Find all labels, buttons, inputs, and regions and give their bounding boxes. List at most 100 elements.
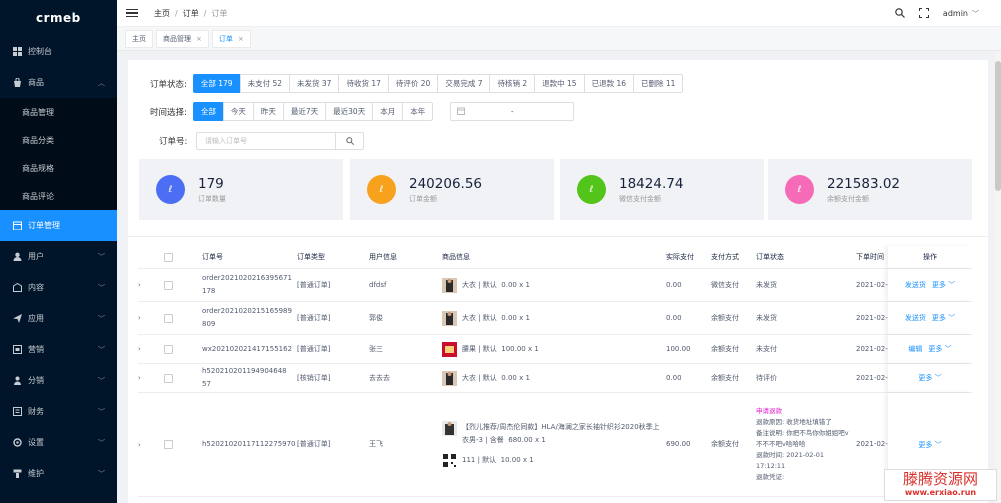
sidebar-subitem-goods-category[interactable]: 商品分类	[0, 126, 117, 154]
goods-name: 大衣 | 默认	[462, 373, 497, 382]
order-no-input[interactable]: 请输入订单号	[196, 132, 336, 150]
chevron-down-icon: ﹀	[972, 9, 979, 18]
status-option-unpaid[interactable]: 未支付 52	[239, 74, 291, 93]
search-icon[interactable]	[895, 7, 905, 20]
tab-goods-manage[interactable]: 商品管理 ×	[156, 29, 209, 48]
sidebar-subitem-goods-review[interactable]: 商品评论	[0, 182, 117, 210]
sidebar-item-apps[interactable]: 应用 ﹀	[0, 303, 117, 334]
search-button[interactable]	[336, 132, 364, 150]
user-info: 郭俊	[369, 313, 383, 322]
sidebar-item-users[interactable]: 用户 ﹀	[0, 241, 117, 272]
page-scrollbar[interactable]	[995, 51, 1001, 503]
date-range-picker[interactable]: -	[450, 102, 574, 121]
paid-amount: 0.00	[666, 313, 682, 322]
goods-info: 大衣 | 默认 0.00 x 1	[438, 370, 662, 386]
close-icon[interactable]: ×	[238, 35, 244, 43]
goods-name: 腰果 | 默认	[462, 344, 497, 353]
sidebar-item-goods[interactable]: 商品 ︿	[0, 67, 117, 98]
order-icon	[12, 221, 22, 231]
more-button[interactable]: 更多 ﹀	[918, 373, 941, 383]
more-button[interactable]: 更多 ﹀	[932, 313, 955, 323]
order-time: 2021-02-0	[856, 313, 892, 322]
sidebar-subitem-goods-manage[interactable]: 商品管理	[0, 98, 117, 126]
time-option-today[interactable]: 今天	[222, 102, 254, 121]
stat-card-wechat-pay: ℓ 18424.74 微信支付金额	[560, 159, 764, 220]
menu-toggle-icon[interactable]	[126, 8, 138, 18]
product-image-coat	[442, 310, 457, 326]
goods-info: 【烈儿推荐/周杰伦同款】HLA/海澜之家长袖针织衫2020秋季上衣男-3 | 含…	[438, 421, 662, 468]
goods-name: 大衣 | 默认	[462, 280, 497, 289]
status-option-refunding[interactable]: 退款中 15	[534, 74, 585, 93]
order-no: order2021020215165989809	[202, 307, 292, 328]
col-order-type: 订单类型	[297, 252, 325, 261]
chevron-down-icon: ﹀	[934, 440, 942, 449]
more-button[interactable]: 更多 ﹀	[928, 344, 951, 354]
sidebar-item-marketing[interactable]: 营销 ﹀	[0, 334, 117, 365]
time-option-7days[interactable]: 最近7天	[282, 102, 327, 121]
user-info: 去去去	[369, 373, 390, 382]
sidebar-item-content[interactable]: 内容 ﹀	[0, 272, 117, 303]
expand-chevron-icon[interactable]: ›	[138, 345, 164, 353]
fullscreen-icon[interactable]	[918, 7, 929, 20]
status-option-refunded[interactable]: 已退款 16	[583, 74, 635, 93]
status-option-unshipped[interactable]: 未发货 37	[289, 74, 340, 93]
select-all-checkbox[interactable]	[164, 252, 173, 262]
time-option-all[interactable]: 全部	[192, 102, 224, 121]
sidebar-item-label: 订单管理	[28, 221, 60, 230]
marketing-icon	[12, 345, 22, 355]
table-row: › wx202102021417155162 [普通订单] 张三 腰果 | 默认…	[138, 335, 972, 364]
sidebar-item-settings[interactable]: 设置 ﹀	[0, 427, 117, 458]
status-option-to-verify[interactable]: 待核销 2	[489, 74, 536, 93]
breadcrumb-orders[interactable]: 订单	[183, 8, 199, 19]
time-option-30days[interactable]: 最近30天	[325, 102, 374, 121]
chevron-down-icon: ﹀	[948, 281, 956, 289]
goods-price: 0.00 x 1	[501, 373, 530, 382]
status-option-to-receive[interactable]: 待收货 17	[338, 74, 389, 93]
tab-orders[interactable]: 订单 ×	[211, 29, 251, 48]
time-filter-label: 时间选择:	[150, 107, 187, 118]
close-icon[interactable]: ×	[196, 35, 202, 43]
row-checkbox[interactable]	[164, 313, 173, 323]
more-button[interactable]: 更多 ﹀	[918, 440, 941, 450]
sidebar-item-maintain[interactable]: 维护 ﹀	[0, 458, 117, 489]
refund-reason: 退款原因: 收货地址填错了	[756, 418, 832, 426]
sidebar-subitem-goods-spec[interactable]: 商品规格	[0, 154, 117, 182]
sidebar-item-orders[interactable]: 订单管理	[0, 210, 117, 241]
status-option-all[interactable]: 全部 179	[192, 74, 241, 93]
sidebar-item-label: 用户	[28, 252, 44, 261]
time-option-yesterday[interactable]: 昨天	[252, 102, 284, 121]
user-menu[interactable]: admin ﹀	[943, 9, 979, 19]
breadcrumb-separator: /	[175, 8, 178, 18]
sidebar-item-dashboard[interactable]: 控制台	[0, 36, 117, 67]
ship-button[interactable]: 发送货	[905, 313, 926, 323]
time-option-month[interactable]: 本月	[372, 102, 404, 121]
col-ops: 操作	[888, 246, 972, 268]
row-checkbox[interactable]	[164, 373, 173, 383]
expand-chevron-icon[interactable]: ›	[138, 281, 164, 289]
tab-home[interactable]: 主页	[125, 29, 153, 48]
status-option-deleted[interactable]: 已删除 11	[633, 74, 684, 93]
expand-chevron-icon[interactable]: ›	[138, 314, 164, 322]
order-time: 2021-02-0	[856, 344, 892, 353]
wechat-pay-icon: ℓ	[577, 175, 606, 204]
ship-button[interactable]: 发送货	[905, 280, 926, 290]
time-filter: 时间选择: 全部 今天 昨天 最近7天 最近30天 本月 本年	[150, 102, 434, 121]
watermark-cn: 滕腾资源网	[902, 470, 978, 488]
sidebar-item-distribution[interactable]: 分销 ﹀	[0, 365, 117, 396]
expand-chevron-icon[interactable]: ›	[138, 441, 164, 449]
table-header: 订单号 订单类型 用户信息 商品信息 实际支付 支付方式 订单状态 下单时间 操…	[138, 246, 972, 269]
more-label: 更多	[931, 281, 946, 289]
status-option-completed[interactable]: 交易完成 7	[437, 74, 491, 93]
scrollbar-thumb[interactable]	[995, 61, 1001, 191]
row-checkbox[interactable]	[164, 440, 173, 449]
expand-chevron-icon[interactable]: ›	[138, 374, 164, 382]
time-option-year[interactable]: 本年	[402, 102, 434, 121]
row-checkbox[interactable]	[164, 344, 173, 354]
sidebar-item-label: 商品	[28, 78, 44, 87]
sidebar-item-finance[interactable]: 财务 ﹀	[0, 396, 117, 427]
status-option-to-review[interactable]: 待评价 20	[387, 74, 439, 93]
breadcrumb-home[interactable]: 主页	[154, 8, 170, 19]
row-checkbox[interactable]	[164, 280, 173, 290]
more-button[interactable]: 更多 ﹀	[932, 280, 955, 290]
edit-button[interactable]: 编辑	[908, 344, 922, 354]
